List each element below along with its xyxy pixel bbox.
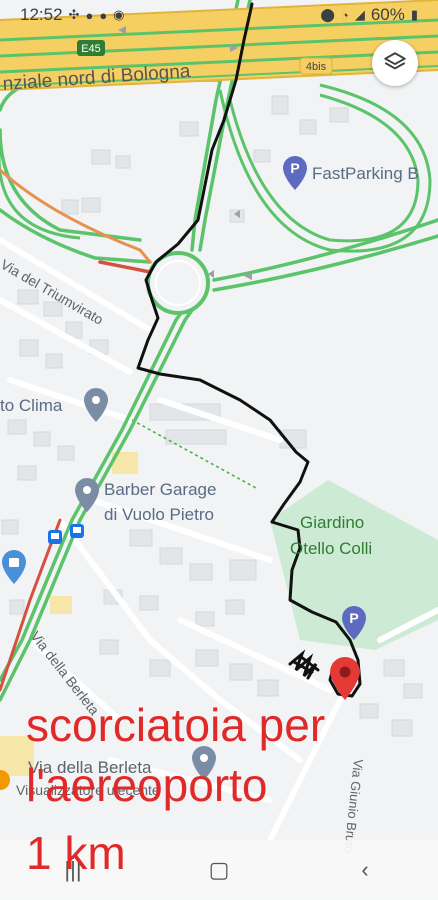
poi-barber-line1[interactable]: Barber Garage [104, 480, 216, 500]
notification-icon: ✣ [68, 7, 80, 22]
park-name-line1[interactable]: Giardino [300, 513, 364, 533]
bus-stop-icon[interactable] [48, 530, 62, 544]
roundabout-island [155, 260, 201, 306]
home-button[interactable]: ▢ [194, 850, 244, 890]
layers-icon [384, 52, 406, 70]
location-status-icon: ⬤ [320, 7, 335, 22]
svg-text:4bis: 4bis [306, 61, 327, 73]
poi-clima[interactable]: to Clima [0, 396, 62, 416]
status-bar: 12:52 ✣ ● ● ◉ ⬤ ◔ ◢ 60% ▮ [0, 0, 438, 30]
poi-barber-line2[interactable]: di Vuolo Pietro [104, 505, 214, 525]
layers-button[interactable] [372, 40, 418, 86]
notification-count-icon: ◉ [113, 7, 125, 22]
annotation-line3: 1 km [26, 827, 126, 879]
annotation-line1: scorciatoia per [26, 699, 326, 751]
svg-text:E45: E45 [81, 43, 101, 55]
wifi-icon: ◔ [340, 7, 349, 23]
svg-text:P: P [349, 610, 358, 626]
home-icon: ▢ [208, 857, 230, 882]
highway-badge-4bis: 4bis [299, 57, 333, 75]
back-icon: ‹ [361, 857, 369, 882]
park-name-line2[interactable]: Otello Colli [290, 539, 372, 559]
signal-icon: ◢ [354, 7, 365, 22]
battery-icon: ▮ [410, 7, 418, 22]
poi-fastparking[interactable]: FastParking B [312, 164, 419, 184]
highway-badge-e45: E45 [77, 40, 105, 56]
status-time: 12:52 [20, 5, 63, 24]
facebook-icon-2: ● [99, 7, 108, 23]
facebook-icon: ● [85, 7, 94, 23]
bus-stop-icon-2[interactable] [70, 524, 84, 538]
svg-text:P: P [290, 160, 299, 176]
annotation-line2: l'aereoporto [26, 759, 268, 811]
back-button[interactable]: ‹ [340, 850, 390, 890]
battery-level: 60% [370, 5, 405, 24]
